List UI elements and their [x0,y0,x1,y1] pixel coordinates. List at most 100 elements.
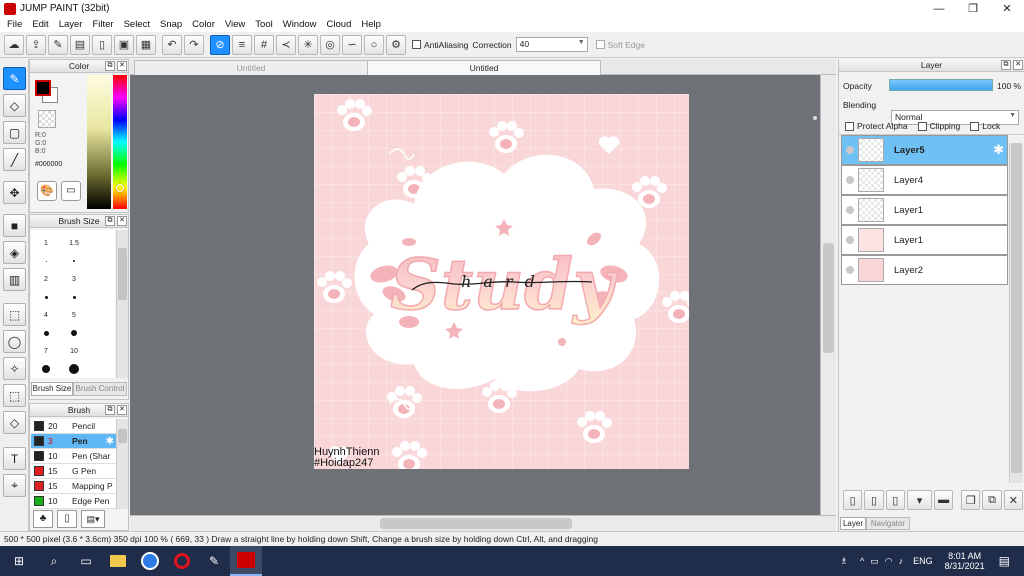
brush-tree-icon[interactable]: ♣ [33,510,53,528]
brush-size-option[interactable]: 5 [61,306,87,324]
brush-item-pen[interactable]: 3 Pen ✱ [31,434,116,449]
tab-untitled-1[interactable]: Untitled [134,60,368,75]
pen-tool-icon[interactable]: ✎ [3,67,26,90]
brush-item-mapping-pen[interactable]: 15 Mapping P [31,479,116,494]
menu-tool[interactable]: Tool [250,19,277,30]
brush-menu-icon[interactable]: ▤▾ [81,510,105,528]
close-icon[interactable]: ✕ [117,405,127,415]
brush-item-g-pen[interactable]: 15 G Pen [31,464,116,479]
menu-select[interactable]: Select [119,19,155,30]
menu-window[interactable]: Window [278,19,322,30]
protect-alpha-checkbox[interactable] [845,121,854,131]
cloud-icon[interactable]: ☁ [4,34,24,55]
visibility-icon[interactable] [842,236,858,244]
new-8bit-layer-icon[interactable]: ▯ [864,490,884,510]
layer-row-layer1[interactable]: Layer1 [841,195,1008,225]
clipping-checkbox[interactable] [917,121,927,131]
scroll-thumb[interactable] [1011,143,1022,473]
tab-brush-size[interactable]: Brush Size [31,382,73,396]
brush-size-scrollbar[interactable] [116,230,128,378]
export-icon[interactable]: ⇪ [26,34,46,55]
brush-size-option[interactable] [61,360,87,378]
wifi-icon[interactable]: ◠ [885,556,893,567]
line-tool-icon[interactable]: ╱ [3,148,26,171]
select-eraser-tool-icon[interactable]: ◇ [3,411,26,434]
ellipse-snap-icon[interactable]: ○ [364,34,384,55]
vanishing-snap-icon[interactable]: ≺ [276,34,296,55]
scroll-thumb[interactable] [118,429,127,443]
snap-off-icon[interactable]: ⊘ [210,34,230,55]
file-explorer-icon[interactable] [102,546,134,576]
folder-icon[interactable]: ▬ [934,490,954,510]
redo-icon[interactable]: ↷ [184,34,204,55]
undo-icon[interactable]: ↶ [162,34,182,55]
tray-chevron-icon[interactable]: ^ [860,556,864,566]
zalo-icon[interactable] [134,546,166,576]
color-history-icon[interactable]: ▭ [61,181,81,201]
close-icon[interactable]: ✕ [117,61,127,71]
color-shade-bar[interactable] [87,75,111,209]
brush-size-option[interactable] [33,324,59,342]
delete-layer-icon[interactable]: ✕ [1003,490,1024,510]
brush-size-option[interactable] [61,288,87,306]
menu-view[interactable]: View [220,19,250,30]
menu-layer[interactable]: Layer [54,19,88,30]
layer-row-layer1-b[interactable]: Layer1 [841,225,1008,255]
visibility-icon[interactable] [842,176,858,184]
visibility-icon[interactable] [842,206,858,214]
magic-wand-tool-icon[interactable]: ✧ [3,357,26,380]
gear-icon[interactable]: ✱ [993,142,1004,158]
curve-snap-icon[interactable]: ∽ [342,34,362,55]
correction-dropdown[interactable]: 40 ▼ [515,37,588,52]
brush-size-option[interactable]: 2 [33,270,59,288]
parallel-snap-icon[interactable]: ≡ [232,34,252,55]
minimize-button[interactable]: — [922,0,956,17]
brush-list-scrollbar[interactable] [116,419,128,509]
paint-app-icon[interactable]: ✎ [198,546,230,576]
gear-icon[interactable]: ✱ [106,436,114,447]
battery-icon[interactable]: ▭ [870,556,879,567]
brush-size-option[interactable] [61,324,87,342]
search-icon[interactable]: ⌕ [38,546,70,576]
merge-layer-icon[interactable]: ⧉ [982,490,1002,510]
notifications-icon[interactable]: ▤ [999,554,1010,568]
text-tool-icon[interactable]: T [3,447,26,470]
palette-icon[interactable]: 🎨 [37,181,57,201]
vertical-scroll-thumb[interactable] [823,243,834,353]
tab-layer[interactable]: Layer [840,517,866,530]
clock[interactable]: 8:01 AM 8/31/2021 [945,551,985,571]
opacity-slider[interactable] [889,79,993,91]
language-indicator[interactable]: ENG [913,556,933,566]
close-icon[interactable]: ✕ [117,216,127,226]
brush-size-option[interactable]: 1 [33,234,59,252]
brush-item-edge-pen[interactable]: 10 Edge Pen [31,494,116,509]
menu-file[interactable]: File [2,19,27,30]
message-icon[interactable]: ▤ [70,34,90,55]
new-brush-icon[interactable]: ▯ [57,510,77,528]
scroll-thumb[interactable] [118,248,127,300]
menu-help[interactable]: Help [356,19,386,30]
close-icon[interactable]: ✕ [1013,60,1023,70]
brush-size-option[interactable]: 1.5 [61,234,87,252]
brush-size-option[interactable]: 4 [33,306,59,324]
lasso-tool-icon[interactable]: ◯ [3,330,26,353]
maximize-button[interactable]: ❐ [956,0,990,17]
tab-brush-control[interactable]: Brush Control [73,382,127,396]
hue-slider-handle[interactable] [116,184,124,192]
menu-snap[interactable]: Snap [155,19,187,30]
visibility-icon[interactable] [842,146,858,154]
clipboard-icon[interactable]: ▣ [114,34,134,55]
tab-navigator[interactable]: Navigator [866,517,910,530]
softedge-checkbox[interactable] [595,40,605,49]
brush-size-option[interactable]: 10 [61,342,87,360]
new-layer-icon[interactable]: ▯ [843,490,863,510]
brush-size-option[interactable]: 3 [61,270,87,288]
visibility-icon[interactable] [842,266,858,274]
layer-list-scrollbar[interactable] [1009,143,1023,483]
fill-rect-tool-icon[interactable]: ■ [3,214,26,237]
undock-icon[interactable]: ⧉ [105,61,115,71]
brush-size-option[interactable] [61,252,87,270]
horizontal-scrollbar[interactable] [130,515,836,531]
eyedropper-tool-icon[interactable]: ⌖ [3,474,26,497]
circle-snap-icon[interactable]: ◎ [320,34,340,55]
